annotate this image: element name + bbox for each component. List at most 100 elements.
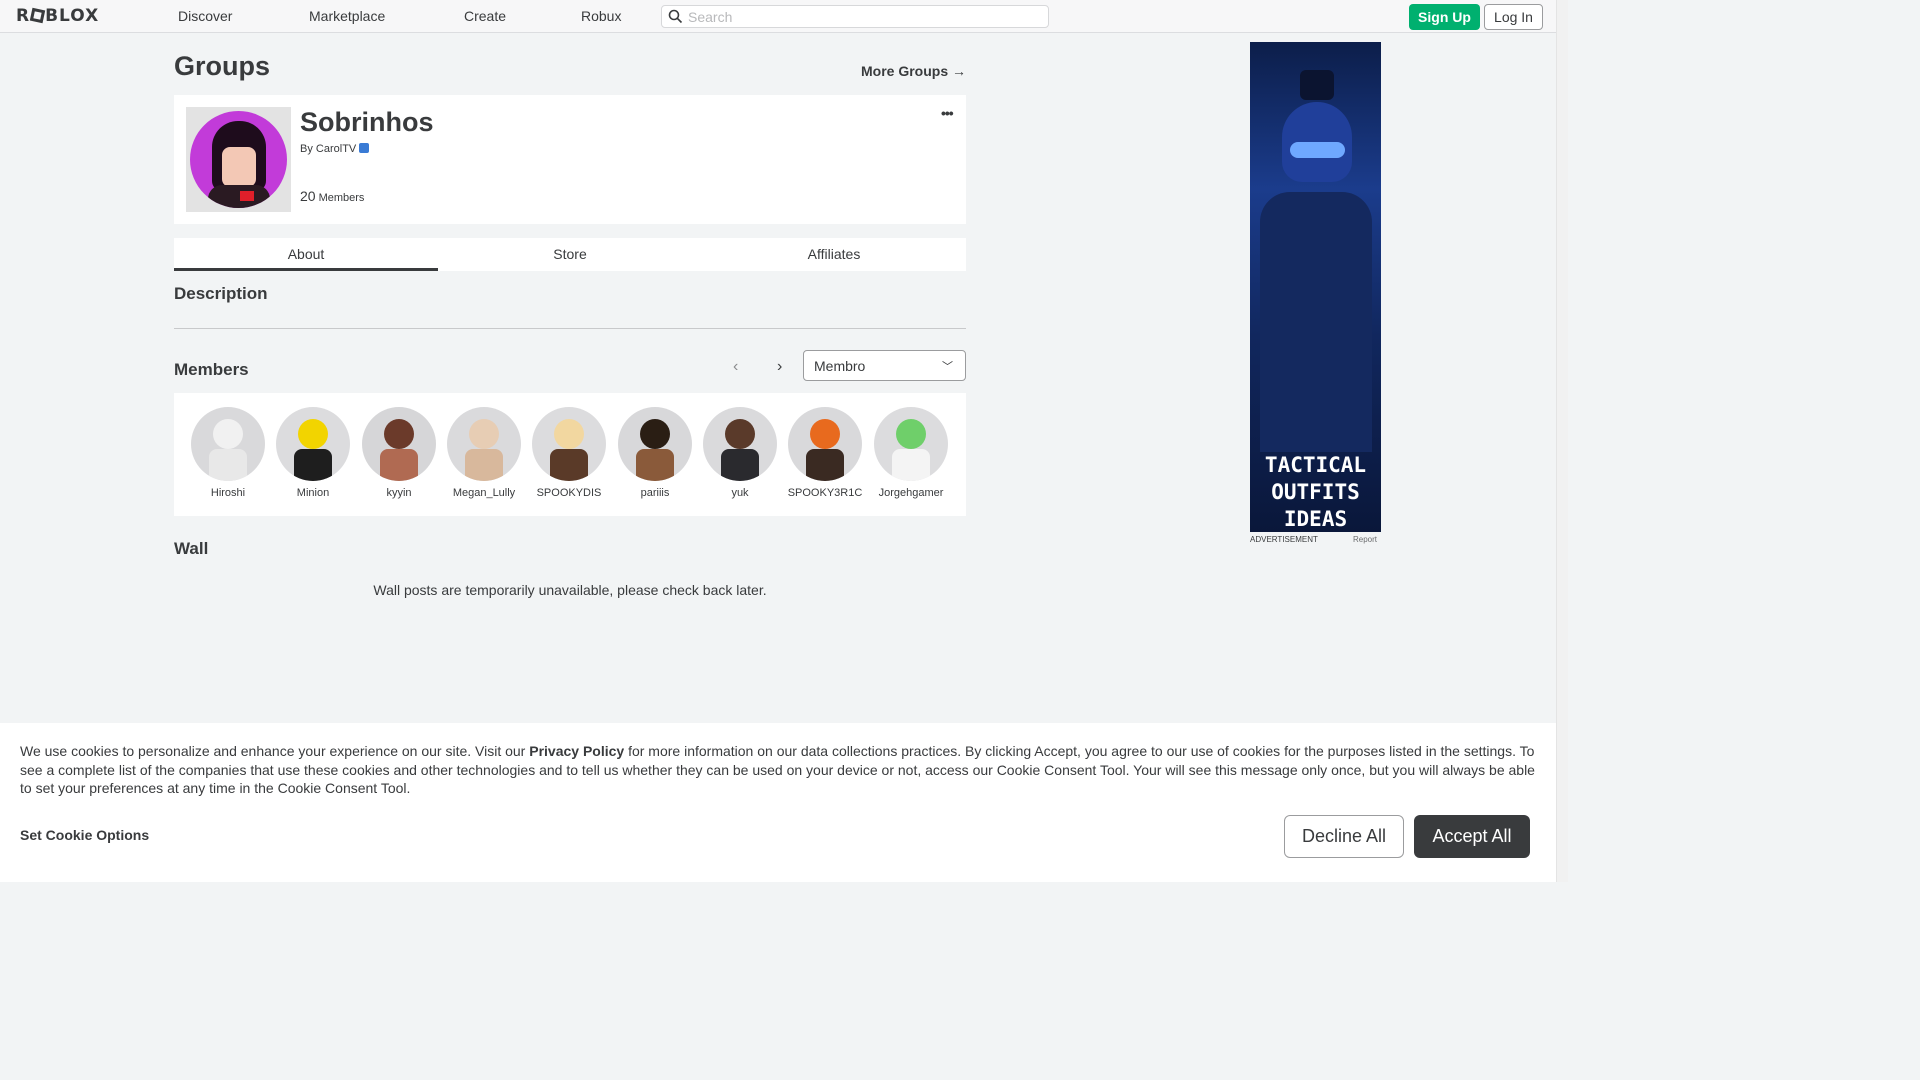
verified-badge-icon	[359, 143, 370, 153]
member-item[interactable]: SPOOKYDIS	[526, 407, 612, 499]
members-list: Hiroshi Minion kyyin Megan_Lully SPOOKYD…	[174, 393, 966, 516]
member-avatar[interactable]	[191, 407, 265, 481]
ad-headline-line1: TACTICAL	[1264, 453, 1367, 477]
tab-affiliates[interactable]: Affiliates	[702, 238, 966, 271]
avatar-torso	[380, 449, 418, 481]
avatar-torso	[550, 449, 588, 481]
advertisement-label: ADVERTISEMENT	[1250, 535, 1318, 544]
member-count-label: Members	[318, 192, 365, 204]
sign-up-button[interactable]: Sign Up	[1409, 4, 1480, 30]
nav-discover[interactable]: Discover	[178, 8, 232, 24]
member-item[interactable]: pariiis	[612, 407, 698, 499]
members-heading: Members	[174, 360, 249, 379]
avatar-torso	[294, 449, 332, 481]
avatar-head	[810, 419, 840, 449]
avatar-head	[554, 419, 584, 449]
cookie-consent-banner: We use cookies to personalize and enhanc…	[0, 723, 1556, 882]
description-heading: Description	[174, 284, 268, 303]
members-next-icon[interactable]: ›	[777, 358, 782, 376]
group-owner-link[interactable]: CarolTV	[316, 143, 356, 155]
avatar-torso	[465, 449, 503, 481]
member-count-value: 20	[300, 188, 316, 204]
more-options-icon[interactable]: •••	[941, 105, 954, 121]
group-emblem	[186, 107, 291, 212]
more-groups-link[interactable]: More Groups →	[861, 63, 966, 79]
page-scrollbar[interactable]	[1556, 0, 1568, 882]
ad-headline-line3: IDEAS	[1283, 507, 1348, 531]
ad-report-link[interactable]: Report	[1353, 535, 1377, 544]
avatar-torso	[636, 449, 674, 481]
member-item[interactable]: Jorgehgamer	[868, 407, 954, 499]
group-name: Sobrinhos	[300, 107, 434, 137]
advertisement-banner[interactable]: TACTICAL OUTFITS IDEAS	[1250, 42, 1381, 532]
group-header-card: Sobrinhos By CarolTV 20 Members •••	[174, 95, 966, 224]
member-item[interactable]: SPOOKY3R1C	[782, 407, 868, 499]
tab-about[interactable]: About	[174, 238, 438, 271]
page-title: Groups	[174, 51, 271, 81]
by-prefix: By	[300, 143, 313, 155]
member-name[interactable]: SPOOKY3R1C	[782, 487, 868, 499]
member-avatar[interactable]	[532, 407, 606, 481]
avatar-head	[640, 419, 670, 449]
decline-all-button[interactable]: Decline All	[1284, 815, 1404, 858]
set-cookie-options-link[interactable]: Set Cookie Options	[20, 827, 149, 843]
member-item[interactable]: yuk	[697, 407, 783, 499]
member-item[interactable]: Minion	[270, 407, 356, 499]
member-avatar[interactable]	[276, 407, 350, 481]
member-name[interactable]: kyyin	[356, 487, 442, 499]
cookie-consent-text: We use cookies to personalize and enhanc…	[20, 742, 1536, 798]
avatar-torso	[721, 449, 759, 481]
member-name[interactable]: Megan_Lully	[441, 487, 527, 499]
member-avatar[interactable]	[703, 407, 777, 481]
cookie-text-start: We use cookies to personalize and enhanc…	[20, 743, 530, 759]
avatar-head	[298, 419, 328, 449]
member-item[interactable]: kyyin	[356, 407, 442, 499]
member-item[interactable]: Megan_Lully	[441, 407, 527, 499]
group-tabs: About Store Affiliates	[174, 238, 966, 271]
avatar-head	[384, 419, 414, 449]
ad-soldier-body	[1260, 192, 1372, 452]
ad-goggles	[1290, 142, 1345, 158]
ad-night-vision	[1300, 70, 1334, 100]
role-select[interactable]: Membro ﹀	[803, 350, 966, 381]
member-count: 20 Members	[300, 188, 364, 204]
member-item[interactable]: Hiroshi	[185, 407, 271, 499]
member-name[interactable]: Minion	[270, 487, 356, 499]
member-avatar[interactable]	[788, 407, 862, 481]
search-icon	[668, 9, 683, 24]
wall-unavailable-message: Wall posts are temporarily unavailable, …	[373, 582, 767, 598]
avatar-torso	[806, 449, 844, 481]
avatar-head	[725, 419, 755, 449]
member-avatar[interactable]	[874, 407, 948, 481]
member-name[interactable]: yuk	[697, 487, 783, 499]
privacy-policy-link[interactable]: Privacy Policy	[529, 743, 624, 759]
ad-headline-line2: OUTFITS	[1271, 480, 1360, 504]
member-avatar[interactable]	[362, 407, 436, 481]
avatar-head	[469, 419, 499, 449]
avatar-head	[896, 419, 926, 449]
members-prev-icon[interactable]: ‹	[733, 358, 738, 376]
accept-all-button[interactable]: Accept All	[1414, 815, 1530, 858]
member-name[interactable]: Hiroshi	[185, 487, 271, 499]
member-name[interactable]: pariiis	[612, 487, 698, 499]
avatar-torso	[892, 449, 930, 481]
nav-marketplace[interactable]: Marketplace	[309, 8, 385, 24]
avatar-torso	[209, 449, 247, 481]
chevron-down-icon: ﹀	[942, 361, 953, 373]
log-in-button[interactable]: Log In	[1484, 4, 1543, 30]
search-input[interactable]	[688, 8, 1038, 26]
role-select-value: Membro	[814, 358, 866, 374]
search-box[interactable]	[661, 5, 1049, 28]
member-name[interactable]: Jorgehgamer	[868, 487, 954, 499]
member-avatar[interactable]	[618, 407, 692, 481]
member-name[interactable]: SPOOKYDIS	[526, 487, 612, 499]
section-divider	[174, 328, 966, 329]
group-owner-line: By CarolTV	[300, 143, 370, 155]
tab-store[interactable]: Store	[438, 238, 702, 271]
top-navbar: R BLOX Discover Marketplace Create Robux …	[0, 0, 1556, 33]
nav-create[interactable]: Create	[464, 8, 506, 24]
roblox-logo[interactable]: R BLOX	[16, 6, 99, 26]
avatar-head	[213, 419, 243, 449]
nav-robux[interactable]: Robux	[581, 8, 621, 24]
member-avatar[interactable]	[447, 407, 521, 481]
